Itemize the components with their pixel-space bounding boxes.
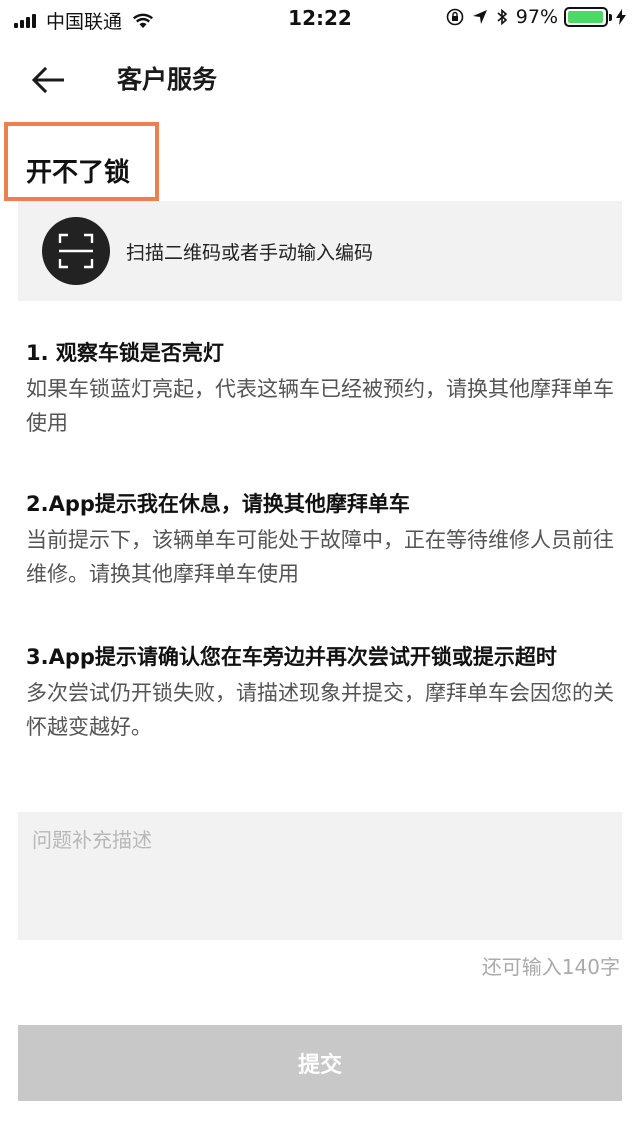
- char-count: 还可输入140字: [481, 955, 620, 979]
- customer-service-page: 中国联通 12:22 97% 客户服务 开不了锁 扫描二维码或者手动输入编码 1…: [0, 0, 640, 1138]
- tip-desc: 如果车锁蓝灯亮起，代表这辆车已经被预约，请换其他摩拜单车使用: [26, 377, 614, 435]
- battery-percent: 97%: [515, 6, 558, 28]
- tip-3: 3.App提示请确认您在车旁边并再次尝试开锁或提示超时 多次尝试仍开锁失败，请描…: [26, 640, 616, 744]
- tip-2: 2.App提示我在休息，请换其他摩拜单车 当前提示下，该辆单车可能处于故障中，正…: [26, 487, 616, 591]
- scan-label: 扫描二维码或者手动输入编码: [126, 241, 374, 264]
- tip-title: 1. 观察车锁是否亮灯: [26, 341, 224, 365]
- battery-icon: [564, 7, 612, 27]
- tip-title: 3.App提示请确认您在车旁边并再次尝试开锁或提示超时: [26, 645, 557, 669]
- issue-title: 开不了锁: [26, 158, 131, 188]
- tip-title: 2.App提示我在休息，请换其他摩拜单车: [26, 492, 410, 516]
- tip-1: 1. 观察车锁是否亮灯 如果车锁蓝灯亮起，代表这辆车已经被预约，请换其他摩拜单车…: [26, 336, 616, 440]
- charging-icon: [616, 9, 626, 25]
- bluetooth-icon: [497, 8, 507, 26]
- status-bar: 中国联通 12:22 97%: [0, 0, 640, 38]
- scan-bar[interactable]: 扫描二维码或者手动输入编码: [18, 201, 622, 301]
- location-icon: [472, 10, 487, 24]
- nav-bar: 客户服务: [0, 38, 640, 122]
- tip-desc: 多次尝试仍开锁失败，请描述现象并提交，摩拜单车会因您的关怀越变越好。: [26, 681, 614, 739]
- back-button[interactable]: [30, 62, 74, 98]
- tip-desc: 当前提示下，该辆单车可能处于故障中，正在等待维修人员前往维修。请换其他摩拜单车使…: [26, 528, 614, 586]
- problem-description-input[interactable]: [18, 812, 622, 940]
- submit-button[interactable]: 提交: [18, 1025, 622, 1101]
- status-right: 97%: [438, 6, 626, 28]
- scan-icon: [42, 217, 110, 285]
- battery-fill: [568, 11, 603, 23]
- back-arrow-icon: [31, 66, 64, 94]
- orientation-lock-icon: [446, 8, 464, 26]
- page-title: 客户服务: [117, 65, 218, 94]
